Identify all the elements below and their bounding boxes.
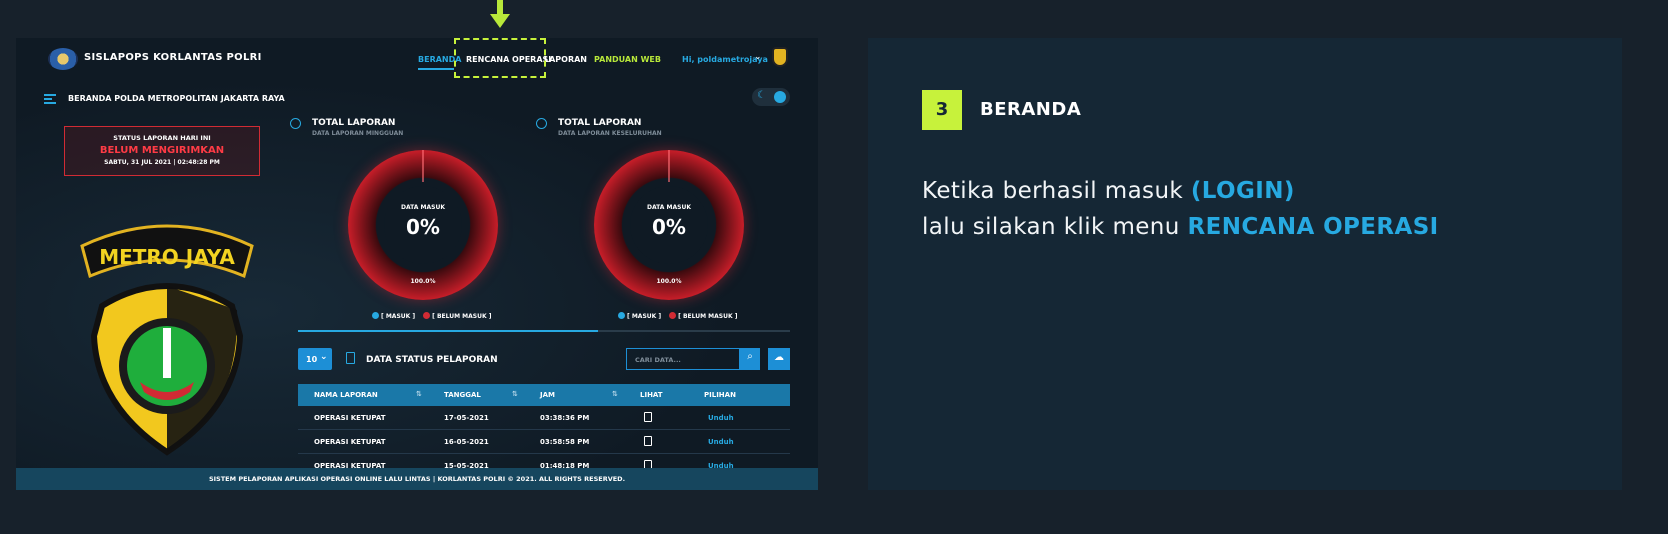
emblem-text: METRO JAYA <box>99 245 235 269</box>
metro-jaya-emblem: METRO JAYA <box>80 224 254 456</box>
table-row: OPERASI KETUPAT 17-05-2021 03:38:36 PM U… <box>298 406 790 430</box>
page-size-select[interactable]: 10 ⌄ <box>298 348 332 370</box>
donut1-label: DATA MASUK <box>401 204 445 211</box>
donut-chart-overall: DATA MASUK 0% 100.0% <box>594 150 744 300</box>
line1-text: Ketika berhasil masuk <box>922 178 1191 204</box>
th-tanggal[interactable]: TANGGAL <box>444 391 481 399</box>
cell-tanggal: 16-05-2021 <box>444 438 489 446</box>
cell-nama: OPERASI KETUPAT <box>314 438 386 446</box>
pointer-arrow-icon <box>490 0 510 28</box>
page-size-value: 10 <box>306 355 318 364</box>
th-nama-laporan[interactable]: NAMA LAPORAN <box>314 391 378 399</box>
highlight-box <box>454 38 546 78</box>
status-title: STATUS LAPORAN HARI INI <box>113 134 211 142</box>
status-value: BELUM MENGIRIMKAN <box>99 145 225 156</box>
section-divider <box>298 330 790 332</box>
status-box: STATUS LAPORAN HARI INI BELUM MENGIRIMKA… <box>64 126 260 176</box>
card1-subtitle: DATA LAPORAN MINGGUAN <box>312 130 404 137</box>
step-number: 3 <box>922 90 962 130</box>
nav-panduan-web[interactable]: PANDUAN WEB <box>594 55 661 64</box>
card2-title: TOTAL LAPORAN <box>558 118 642 128</box>
table-section-title: DATA STATUS PELAPORAN <box>366 355 498 365</box>
line1-highlight: (LOGIN) <box>1190 178 1295 204</box>
korlantas-logo <box>48 48 78 70</box>
nav-laporan[interactable]: LAPORAN <box>544 55 587 64</box>
nav-active-indicator <box>418 68 454 70</box>
masuk-dot <box>618 312 625 319</box>
card1-title: TOTAL LAPORAN <box>312 118 396 128</box>
footer: SISTEM PELAPORAN APLIKASI OPERASI ONLINE… <box>16 468 818 490</box>
th-jam[interactable]: JAM <box>540 391 555 399</box>
cell-tanggal: 17-05-2021 <box>444 414 489 422</box>
cell-jam: 03:58:58 PM <box>540 438 590 446</box>
sort-icon[interactable]: ⇅ <box>416 390 422 398</box>
sort-icon[interactable]: ⇅ <box>612 390 618 398</box>
theme-toggle[interactable]: ☾ <box>752 88 790 106</box>
card2-subtitle: DATA LAPORAN KESELURUHAN <box>558 130 662 137</box>
search-icon[interactable]: ⌕ <box>740 348 760 370</box>
donut1-value: 0% <box>406 215 440 239</box>
clock-icon <box>290 118 301 129</box>
legend-belum-masuk: [ BELUM MASUK ] <box>678 313 738 320</box>
app-screenshot: SISLAPOPS KORLANTAS POLRI BERANDA RENCAN… <box>16 38 818 490</box>
status-date: SABTU, 31 JUL 2021 | 02:48:28 PM <box>104 159 220 166</box>
top-navbar: SISLAPOPS KORLANTAS POLRI BERANDA RENCAN… <box>16 38 818 82</box>
view-file-icon[interactable] <box>644 436 652 446</box>
menu-icon[interactable] <box>44 94 56 106</box>
line2-highlight: RENCANA OPERASI <box>1187 214 1439 240</box>
chevron-down-icon: ⌄ <box>320 352 328 362</box>
moon-icon: ☾ <box>757 90 766 101</box>
legend-masuk: [ MASUK ] <box>627 313 662 320</box>
download-link[interactable]: Unduh <box>708 414 734 422</box>
instruction-panel: 3 BERANDA Ketika berhasil masuk (LOGIN) … <box>868 38 1622 490</box>
search-input[interactable]: CARI DATA... <box>626 348 740 370</box>
legend-masuk: [ MASUK ] <box>381 313 416 320</box>
brand-title: SISLAPOPS KORLANTAS POLRI <box>84 52 262 63</box>
masuk-dot <box>372 312 379 319</box>
donut2-percent: 100.0% <box>656 278 682 285</box>
belum-masuk-dot <box>423 312 431 319</box>
view-file-icon[interactable] <box>644 412 652 422</box>
cloud-download-icon[interactable]: ☁ <box>768 348 790 370</box>
donut1-percent: 100.0% <box>410 278 436 285</box>
document-icon <box>346 352 355 364</box>
table-row: OPERASI KETUPAT 16-05-2021 03:58:58 PM U… <box>298 430 790 454</box>
legend-1: [ MASUK ] [ BELUM MASUK ] <box>372 312 491 320</box>
download-link[interactable]: Unduh <box>708 438 734 446</box>
line2-text: lalu silakan klik menu <box>922 214 1188 240</box>
th-lihat: LIHAT <box>640 391 663 399</box>
legend-belum-masuk: [ BELUM MASUK ] <box>432 313 492 320</box>
table-header: NAMA LAPORAN ⇅ TANGGAL ⇅ JAM ⇅ LIHAT PIL… <box>298 384 790 406</box>
cell-jam: 03:38:36 PM <box>540 414 590 422</box>
instruction-line-2: lalu silakan klik menu RENCANA OPERASI <box>922 214 1439 240</box>
police-badge-icon <box>772 47 788 67</box>
donut2-label: DATA MASUK <box>647 204 691 211</box>
clock-icon <box>536 118 547 129</box>
step-title: BERANDA <box>980 99 1082 120</box>
belum-masuk-dot <box>669 312 677 319</box>
legend-2: [ MASUK ] [ BELUM MASUK ] <box>618 312 737 320</box>
donut-chart-weekly: DATA MASUK 0% 100.0% <box>348 150 498 300</box>
sort-icon[interactable]: ⇅ <box>512 390 518 398</box>
breadcrumb: BERANDA POLDA METROPOLITAN JAKARTA RAYA <box>68 94 285 103</box>
cell-nama: OPERASI KETUPAT <box>314 414 386 422</box>
chevron-down-icon[interactable]: ⌄ <box>754 52 762 62</box>
donut2-value: 0% <box>652 215 686 239</box>
instruction-line-1: Ketika berhasil masuk (LOGIN) <box>922 178 1295 204</box>
toggle-knob <box>774 91 786 103</box>
th-pilihan: PILIHAN <box>704 391 736 399</box>
